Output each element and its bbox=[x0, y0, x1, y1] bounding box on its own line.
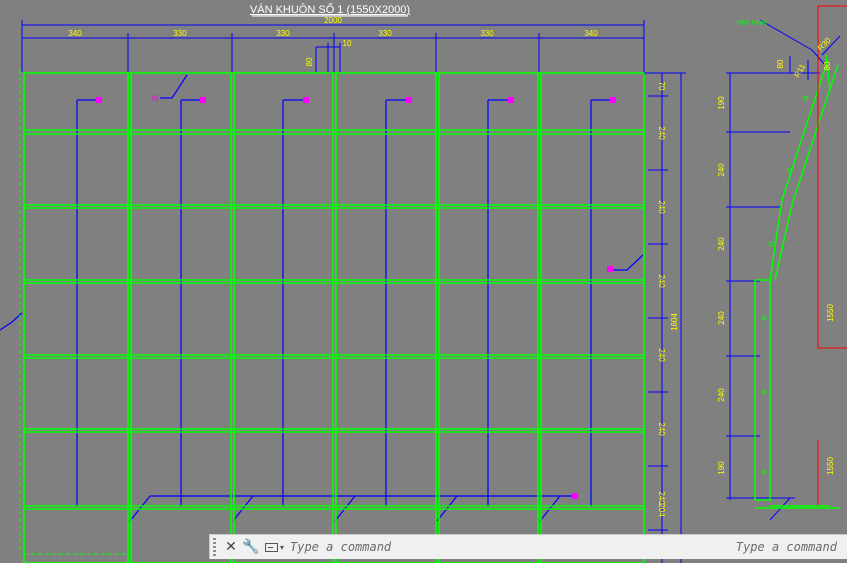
formwork-grid bbox=[23, 72, 645, 563]
dim-right-5: 240 bbox=[657, 348, 666, 362]
side-dim-left-5: 240 bbox=[717, 388, 726, 402]
prompt-box-icon bbox=[265, 542, 278, 552]
marker bbox=[303, 97, 309, 103]
side-dim-left-6: 190 bbox=[717, 461, 726, 475]
side-dim-top-small-2: 80 bbox=[823, 61, 832, 70]
command-hint: Type a command bbox=[735, 540, 837, 554]
dim-top-2: 330 bbox=[173, 29, 187, 38]
grid-dashed-edges bbox=[19, 70, 128, 555]
side-red-dim-2: 1550 bbox=[826, 457, 835, 475]
side-slope-label: R11 bbox=[792, 62, 807, 79]
marker bbox=[572, 493, 578, 499]
anchor-bars bbox=[0, 74, 644, 522]
dim-right-8: 204 bbox=[657, 503, 666, 517]
dim-right-3: 240 bbox=[657, 200, 666, 214]
command-input[interactable] bbox=[284, 537, 736, 557]
dim-top-4: 330 bbox=[378, 29, 392, 38]
side-section-view bbox=[726, 5, 847, 521]
command-prompt-icon[interactable]: ▾ bbox=[265, 542, 284, 552]
dim-top-5: 330 bbox=[480, 29, 494, 38]
marker bbox=[508, 97, 514, 103]
callout-label: M bbox=[152, 94, 159, 103]
marker bbox=[96, 97, 102, 103]
drawing-title: VÁN KHUÔN SỐ 1 (1550X2000) bbox=[250, 2, 410, 16]
drag-grip-icon[interactable] bbox=[213, 537, 221, 557]
dim-top-small: 10 bbox=[343, 39, 352, 48]
command-line-bar: ✕ 🔧 ▾ Type a command bbox=[209, 534, 847, 559]
side-dim-top-small: 80 bbox=[776, 59, 785, 68]
right-dimension-chain bbox=[644, 72, 686, 563]
side-dim-left-4: 240 bbox=[717, 311, 726, 325]
top-dimension-chain bbox=[21, 20, 645, 72]
dim-right-4: 240 bbox=[657, 274, 666, 288]
marker bbox=[607, 266, 613, 272]
side-dim-left-1: 190 bbox=[717, 96, 726, 110]
marker bbox=[406, 97, 412, 103]
side-dim-left-3: 240 bbox=[717, 237, 726, 251]
dim-right-1: 70 bbox=[657, 82, 666, 91]
marker bbox=[610, 97, 616, 103]
side-dim-left-2: 240 bbox=[717, 163, 726, 177]
dim-top-1: 340 bbox=[68, 29, 82, 38]
dim-top-3: 330 bbox=[276, 29, 290, 38]
dim-overall-width: 2000 bbox=[324, 16, 342, 25]
cad-drawing-canvas[interactable]: VÁN KHUÔN SỐ 1 (1550X2000) 2000 340 330 … bbox=[0, 0, 847, 563]
dim-right-2: 240 bbox=[657, 126, 666, 140]
dim-right-6: 240 bbox=[657, 422, 666, 436]
dim-left-small: 80 bbox=[305, 57, 314, 66]
wrench-icon[interactable]: 🔧 bbox=[241, 537, 261, 557]
dim-top-6: 340 bbox=[584, 29, 598, 38]
dim-right-total: 1604 bbox=[670, 313, 679, 331]
side-red-dim-1: 1550 bbox=[826, 304, 835, 322]
side-top-note: Hhh HHH bbox=[737, 20, 767, 27]
close-icon[interactable]: ✕ bbox=[221, 537, 241, 557]
marker bbox=[200, 97, 206, 103]
